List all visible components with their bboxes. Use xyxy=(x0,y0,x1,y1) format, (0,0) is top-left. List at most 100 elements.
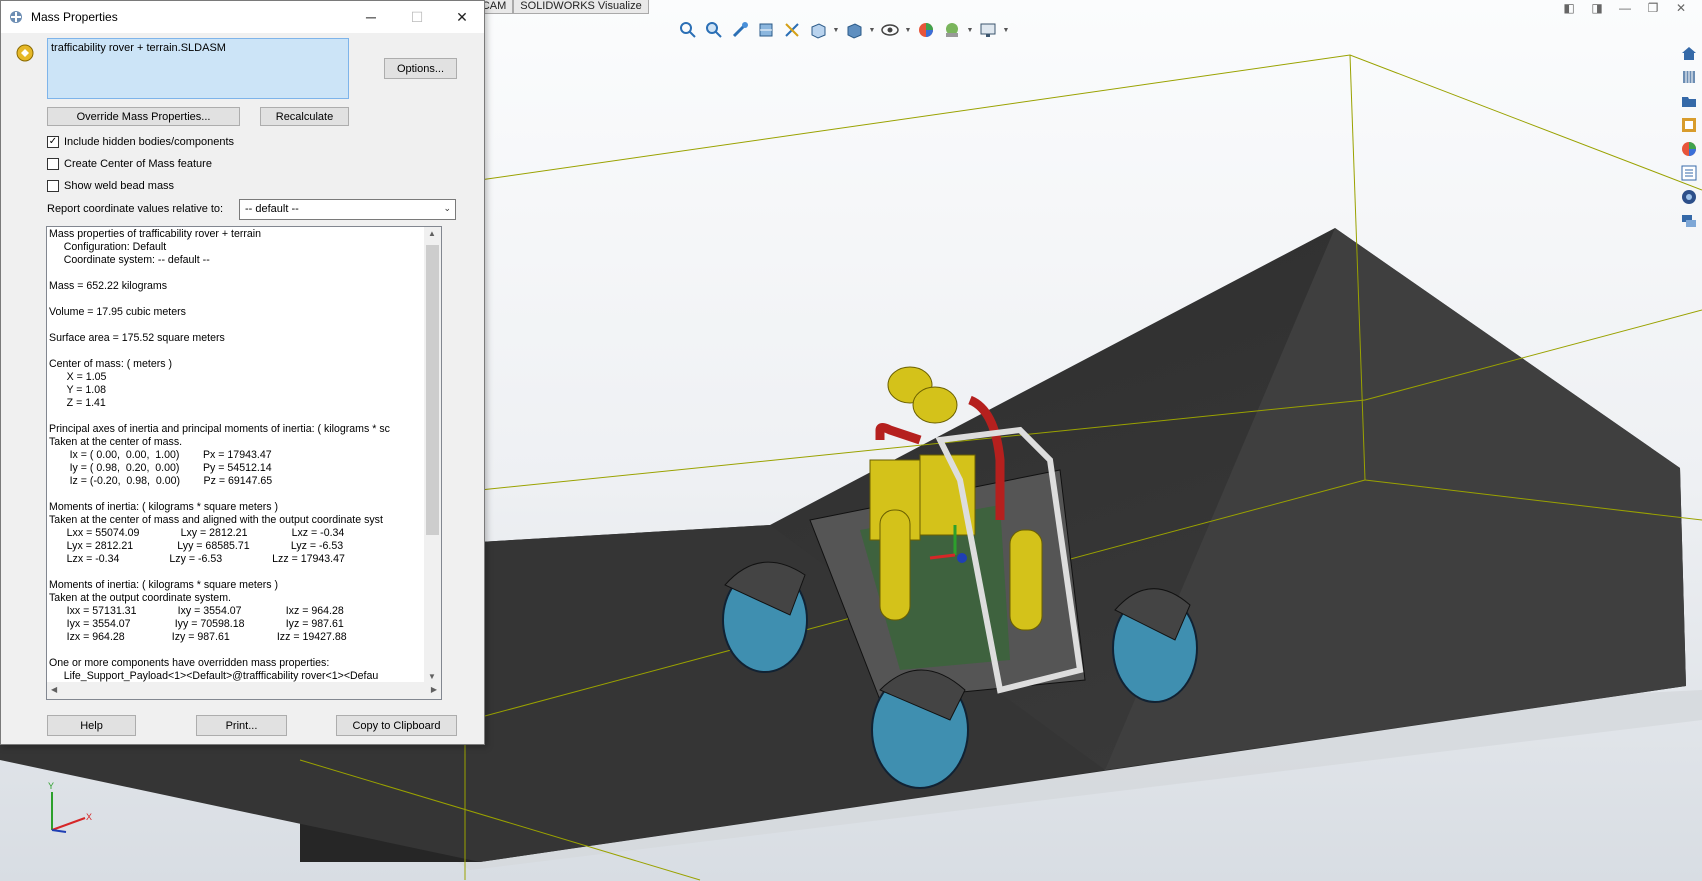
view-palette-icon[interactable] xyxy=(1678,114,1700,136)
view-settings-dropdown-icon[interactable]: ▼ xyxy=(1002,18,1010,42)
apply-scene-icon[interactable] xyxy=(940,18,964,42)
report-line: Z = 1.41 xyxy=(49,397,106,409)
edit-appearance-icon[interactable] xyxy=(914,18,938,42)
report-line: Iz = (-0.20, 0.98, 0.00) Pz = 69147.65 xyxy=(49,475,273,487)
view-orientation-icon[interactable] xyxy=(806,18,830,42)
include-hidden-checkbox[interactable]: ✓ xyxy=(47,136,59,148)
report-line xyxy=(49,293,390,306)
view-orientation-dropdown-icon[interactable]: ▼ xyxy=(832,18,840,42)
report-line: Y = 1.08 xyxy=(49,384,107,396)
vertical-scroll-thumb[interactable] xyxy=(426,245,439,535)
task-pane-tabs xyxy=(1676,42,1702,232)
report-line: Ixx = 57131.31 Ixy = 3554.07 Ixz = 964.2… xyxy=(49,605,344,617)
report-line: Taken at the center of mass. xyxy=(49,436,183,448)
triad-x-label: X xyxy=(86,812,92,822)
previous-view-icon[interactable] xyxy=(728,18,752,42)
pane-left-icon[interactable]: ◧ xyxy=(1558,0,1580,16)
file-explorer-icon[interactable] xyxy=(1678,90,1700,112)
report-line xyxy=(49,345,390,358)
apply-scene-dropdown-icon[interactable]: ▼ xyxy=(966,18,974,42)
vertical-scrollbar[interactable]: ▲ ▼ xyxy=(424,227,441,683)
triad-y-label: Y xyxy=(48,781,54,791)
weld-bead-label: Show weld bead mass xyxy=(64,180,175,192)
report-line: Lyx = 2812.21 Lyy = 68585.71 Lyz = -6.53 xyxy=(49,540,344,552)
options-button[interactable]: Options... xyxy=(384,58,457,79)
report-line xyxy=(49,488,390,501)
mass-properties-report[interactable]: Mass properties of trafficability rover … xyxy=(46,226,442,700)
zoom-to-fit-icon[interactable] xyxy=(676,18,700,42)
report-line: Principal axes of inertia and principal … xyxy=(49,423,390,435)
report-line: Mass = 652.22 kilograms xyxy=(49,280,168,292)
report-line: Taken at the output coordinate system. xyxy=(49,592,231,604)
weld-bead-checkbox-row[interactable]: Show weld bead mass xyxy=(47,180,174,192)
report-line: Mass properties of trafficability rover … xyxy=(49,228,262,240)
scroll-up-icon[interactable]: ▲ xyxy=(428,229,436,238)
horizontal-scrollbar[interactable]: ◀ ▶ xyxy=(47,682,441,699)
report-line xyxy=(49,319,390,332)
dynamic-annotation-icon[interactable] xyxy=(780,18,804,42)
weld-bead-checkbox[interactable] xyxy=(47,180,59,192)
report-line: X = 1.05 xyxy=(49,371,107,383)
coordinate-system-select[interactable]: -- default -- ⌄ xyxy=(239,199,456,220)
report-line: Iyx = 3554.07 Iyy = 70598.18 Iyz = 987.6… xyxy=(49,618,344,630)
report-line: Lzx = -0.34 Lzy = -6.53 Lzz = 17943.47 xyxy=(49,553,345,565)
pane-right-icon[interactable]: ◨ xyxy=(1586,0,1608,16)
include-hidden-checkbox-row[interactable]: ✓ Include hidden bodies/components xyxy=(47,136,234,148)
create-com-checkbox[interactable] xyxy=(47,158,59,170)
recalculate-button[interactable]: Recalculate xyxy=(260,107,349,126)
display-style-dropdown-icon[interactable]: ▼ xyxy=(868,18,876,42)
report-line: Volume = 17.95 cubic meters xyxy=(49,306,186,318)
selected-items-list[interactable]: trafficability rover + terrain.SLDASM xyxy=(47,38,349,99)
forum-icon[interactable] xyxy=(1678,210,1700,232)
display-style-icon[interactable] xyxy=(842,18,866,42)
report-line xyxy=(49,644,390,657)
report-line: Taken at the center of mass and aligned … xyxy=(49,514,383,526)
tab-visualize[interactable]: SOLIDWORKS Visualize xyxy=(513,0,649,14)
section-view-icon[interactable] xyxy=(754,18,778,42)
report-line: Moments of inertia: ( kilograms * square… xyxy=(49,501,279,513)
coordinate-system-value: -- default -- xyxy=(245,203,299,215)
create-com-checkbox-row[interactable]: Create Center of Mass feature xyxy=(47,158,212,170)
chevron-down-icon: ⌄ xyxy=(443,203,451,213)
report-line: Surface area = 175.52 square meters xyxy=(49,332,225,344)
minimize-doc-icon[interactable]: — xyxy=(1614,0,1636,16)
parts-library-icon[interactable] xyxy=(1678,66,1700,88)
dialog-titlebar[interactable]: Mass Properties ─ ☐ ✕ xyxy=(1,1,484,33)
report-relative-label: Report coordinate values relative to: xyxy=(47,203,224,215)
report-line xyxy=(49,410,390,423)
scroll-right-icon[interactable]: ▶ xyxy=(431,685,437,694)
selected-item[interactable]: trafficability rover + terrain.SLDASM xyxy=(51,42,226,54)
report-line: Center of mass: ( meters ) xyxy=(49,358,173,370)
heads-up-view-toolbar: ▼ ▼ ▼ ▼ ▼ xyxy=(676,18,1010,42)
report-line: Moments of inertia: ( kilograms * square… xyxy=(49,579,279,591)
hide-show-icon[interactable] xyxy=(878,18,902,42)
scroll-left-icon[interactable]: ◀ xyxy=(51,685,57,694)
close-button[interactable]: ✕ xyxy=(439,1,485,33)
print-button[interactable]: Print... xyxy=(196,715,287,736)
minimize-button[interactable]: ─ xyxy=(348,1,394,33)
zoom-area-icon[interactable] xyxy=(702,18,726,42)
copy-to-clipboard-button[interactable]: Copy to Clipboard xyxy=(336,715,457,736)
scroll-down-icon[interactable]: ▼ xyxy=(428,672,436,681)
report-line: Iy = ( 0.98, 0.20, 0.00) Py = 54512.14 xyxy=(49,462,272,474)
report-line: Coordinate system: -- default -- xyxy=(49,254,210,266)
hide-show-dropdown-icon[interactable]: ▼ xyxy=(904,18,912,42)
report-line: Izx = 964.28 Izy = 987.61 Izz = 19427.88 xyxy=(49,631,347,643)
create-com-label: Create Center of Mass feature xyxy=(64,158,212,170)
report-line: Lxx = 55074.09 Lxy = 2812.21 Lxz = -0.34 xyxy=(49,527,345,539)
home-icon[interactable] xyxy=(1678,42,1700,64)
report-line: Configuration: Default xyxy=(49,241,167,253)
report-line xyxy=(49,566,390,579)
document-window-controls: ◧ ◨ — ❐ ✕ xyxy=(1558,0,1692,16)
report-line: Ix = ( 0.00, 0.00, 1.00) Px = 17943.47 xyxy=(49,449,272,461)
custom-properties-icon[interactable] xyxy=(1678,162,1700,184)
report-line: One or more components have overridden m… xyxy=(49,657,330,669)
restore-doc-icon[interactable]: ❐ xyxy=(1642,0,1664,16)
override-mass-properties-button[interactable]: Override Mass Properties... xyxy=(47,107,240,126)
dialog-title: Mass Properties xyxy=(31,10,118,24)
help-button[interactable]: Help xyxy=(47,715,136,736)
close-doc-icon[interactable]: ✕ xyxy=(1670,0,1692,16)
view-settings-icon[interactable] xyxy=(976,18,1000,42)
solidworks-resources-icon[interactable] xyxy=(1678,186,1700,208)
appearances-icon[interactable] xyxy=(1678,138,1700,160)
